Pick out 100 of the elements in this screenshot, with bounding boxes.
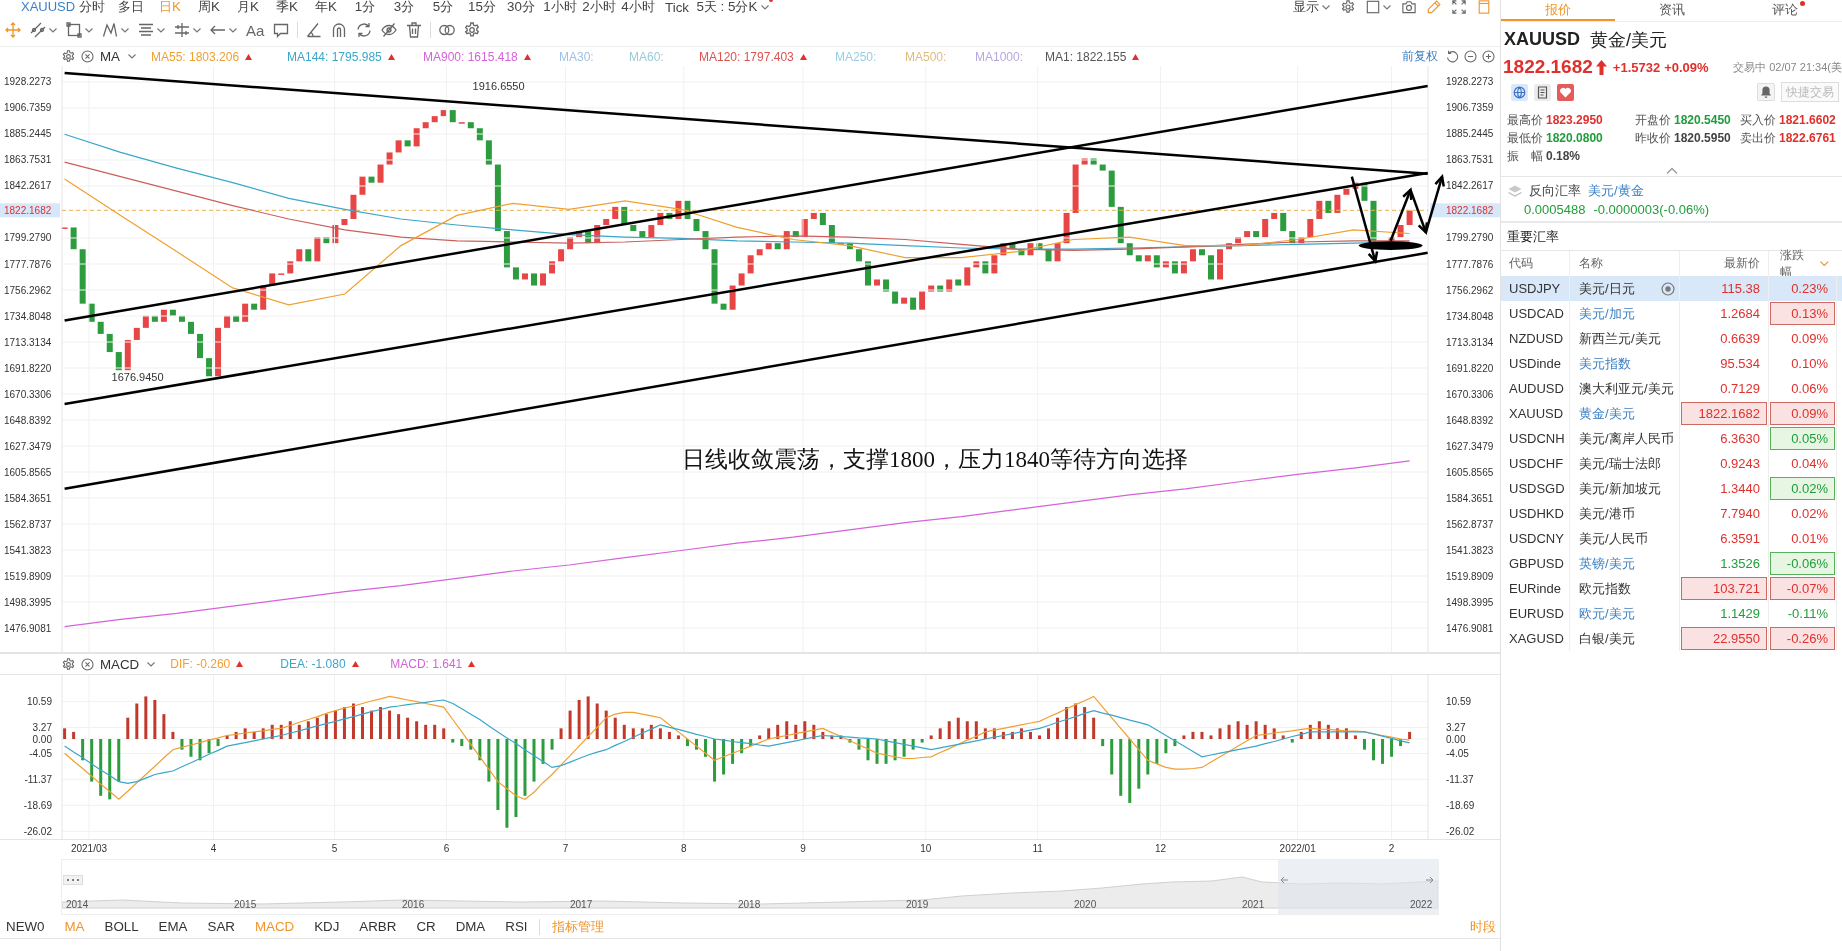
indicator-tab[interactable]: CR	[416, 919, 436, 934]
table-cell: -0.07%	[1769, 576, 1837, 601]
settings-icon[interactable]	[62, 657, 75, 671]
table-cell: 0.09%	[1769, 326, 1837, 351]
table-cell: 0.09%	[1769, 401, 1837, 426]
gear-icon[interactable]	[1341, 0, 1355, 14]
period-dropdown[interactable]: 5天 : 5分K	[696, 0, 774, 16]
period-tab[interactable]: 1小时	[540, 0, 580, 16]
axis-label: 1756.2962	[4, 284, 52, 296]
more-button[interactable]	[63, 875, 83, 885]
two-rings-icon[interactable]	[439, 22, 456, 38]
price-label: 1916.6550	[472, 79, 525, 92]
line-tool-button[interactable]	[30, 20, 57, 40]
axis-label: 1756.2962	[1446, 284, 1494, 296]
table-cell: 澳大利亚元/美元	[1579, 379, 1674, 398]
axis-label: -18.69	[1446, 799, 1475, 811]
period-tab[interactable]: 年K	[306, 0, 346, 16]
caret-icon	[157, 27, 165, 33]
indicator-tab[interactable]: ARBR	[359, 919, 397, 934]
axis-label: 1605.8565	[4, 466, 52, 478]
globe-icon[interactable]	[1511, 83, 1528, 101]
indicator-tab[interactable]: KDJ	[314, 919, 340, 934]
table-row[interactable]: USDSGD 美元/新加坡元 1.3440 0.02%	[1501, 476, 1842, 501]
table-row[interactable]: USDCAD 美元/加元 1.2684 0.13%	[1501, 301, 1842, 326]
indicator-dropdown[interactable]: MA	[100, 49, 136, 64]
period-tab[interactable]: 季K	[267, 0, 307, 16]
speech-bubble-icon[interactable]	[273, 22, 290, 38]
display-dropdown[interactable]: 显示	[1293, 0, 1330, 16]
close-icon[interactable]	[81, 657, 94, 671]
period-tab[interactable]: 1分	[345, 0, 385, 16]
table-row[interactable]: USDHKD 美元/港币 7.7940 0.02%	[1501, 501, 1842, 526]
angle-icon[interactable]	[306, 22, 323, 38]
legend-label: MA60:	[629, 49, 664, 64]
stat-value: 1820.0800	[1546, 131, 1603, 145]
period-tab[interactable]: 15分	[462, 0, 502, 16]
period-tab[interactable]: 4小时	[618, 0, 658, 16]
layout-button[interactable]	[1366, 0, 1391, 14]
panel-tab[interactable]: 评论	[1728, 0, 1842, 21]
table-row[interactable]: USDJPY 美元/日元 115.38 0.23%	[1501, 276, 1842, 301]
indicator-tab[interactable]: EMA	[158, 919, 188, 934]
period-tab[interactable]: Tick	[657, 0, 697, 15]
document-icon[interactable]	[1534, 83, 1551, 101]
axis-label: 1670.3306	[1446, 388, 1494, 400]
table-row[interactable]: USDCNH 美元/离岸人民币 6.3630 0.05%	[1501, 426, 1842, 451]
bell-icon[interactable]	[1757, 83, 1775, 101]
table-cell: 黄金/美元	[1579, 404, 1635, 423]
text-tool-button[interactable]: Aa	[246, 20, 265, 40]
axis-label: 0.00	[32, 733, 52, 745]
table-cell: USDSGD	[1501, 476, 1570, 501]
close-icon[interactable]	[81, 50, 94, 63]
panel-tab[interactable]: 资讯	[1614, 0, 1729, 21]
table-row[interactable]: GBPUSD 英镑/美元 1.3526 -0.06%	[1501, 551, 1842, 576]
axis-label: 3.27	[1446, 721, 1466, 733]
rectangle-tool-button[interactable]	[66, 20, 93, 40]
stat-label: 最高价	[1507, 112, 1543, 128]
settings-icon[interactable]	[62, 50, 75, 63]
reset-icon[interactable]	[1446, 50, 1459, 63]
gear-icon[interactable]	[464, 22, 481, 38]
camera-icon[interactable]	[1402, 0, 1416, 14]
period-tab[interactable]: 2小时	[579, 0, 619, 16]
fullscreen-icon[interactable]	[1452, 0, 1466, 14]
trash-icon[interactable]	[406, 22, 423, 38]
crossed-eye-icon[interactable]	[381, 22, 398, 38]
axis-label: 1541.3823	[1446, 544, 1494, 556]
axis-label: 1519.8909	[4, 570, 52, 582]
period-tab[interactable]: 5分	[423, 0, 463, 16]
axis-label: 1498.3995	[1446, 596, 1494, 608]
indicator-tab[interactable]: NEW0	[6, 919, 45, 934]
axis-label: 7	[562, 843, 569, 854]
table-cell: 美元指数	[1579, 354, 1631, 373]
indicator-tab[interactable]: DMA	[455, 919, 486, 934]
table-cell: USDJPY	[1501, 276, 1570, 301]
measure-tool-button[interactable]	[174, 20, 201, 40]
axis-label: 1906.7359	[1446, 102, 1494, 114]
cycle-arrows-icon[interactable]	[356, 22, 373, 38]
legend-label: MACD: 1.641	[390, 657, 463, 671]
indicator-tab[interactable]: SAR	[207, 919, 235, 934]
indicator-tab[interactable]: BOLL	[104, 919, 139, 934]
axis-label: 9	[800, 843, 806, 854]
period-tab[interactable]: 30分	[501, 0, 541, 16]
inverse-rate-change: -0.0000003(-0.06%)	[1593, 201, 1710, 217]
period-tab[interactable]: 月K	[228, 0, 268, 16]
stat-value: 1821.6602	[1779, 113, 1836, 127]
magnet-icon[interactable]	[331, 22, 348, 38]
adjust-button[interactable]: 前复权	[1402, 48, 1438, 65]
zoom-out-icon[interactable]	[1464, 50, 1477, 63]
table-row[interactable]: USDinde 美元指数 95.534 0.10%	[1501, 351, 1842, 376]
table-row[interactable]: XAUUSD 黄金/美元 1822.1682 0.09%	[1501, 401, 1842, 426]
period-tab[interactable]: 多日	[111, 0, 151, 16]
table-row[interactable]: EURinde 欧元指数 103.721 -0.07%	[1501, 576, 1842, 601]
indicator-tab[interactable]: RSI	[505, 919, 528, 934]
period-tab[interactable]: 3分	[384, 0, 424, 16]
period-tab[interactable]: 周K	[189, 0, 229, 16]
pair-link[interactable]: 美元/黄金	[1588, 182, 1644, 200]
stat-value: 1823.2950	[1546, 113, 1603, 127]
table-row[interactable]: XAGUSD 白银/美元 22.9550 -0.26%	[1501, 626, 1842, 651]
legend-label: MA500:	[905, 49, 947, 64]
zoom-in-icon[interactable]	[1482, 50, 1495, 63]
table-row[interactable]: NZDUSD 新西兰元/美元 0.6639 0.09%	[1501, 326, 1842, 351]
indicator-dropdown[interactable]: MACD	[100, 656, 156, 672]
